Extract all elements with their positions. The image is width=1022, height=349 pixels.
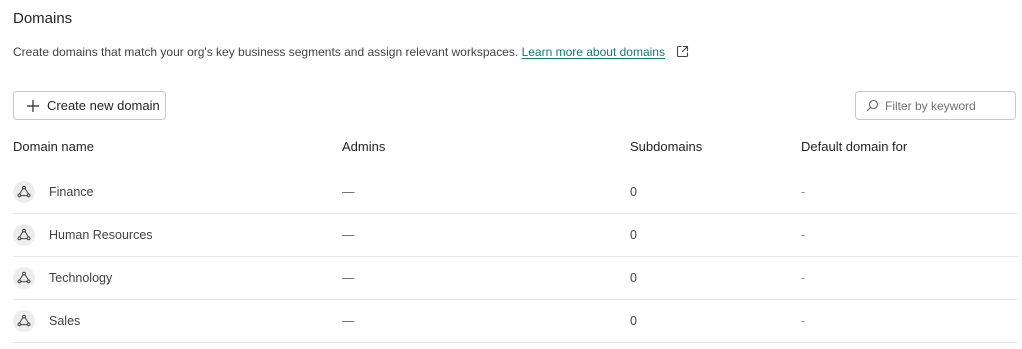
create-new-domain-button[interactable]: Create new domain xyxy=(13,91,166,120)
table-row[interactable]: Technology — 0 - xyxy=(13,257,1018,300)
header-domain-name[interactable]: Domain name xyxy=(13,139,94,154)
table-row[interactable]: Human Resources — 0 - xyxy=(13,214,1018,257)
default-for-value: - xyxy=(801,271,806,285)
domain-icon xyxy=(13,267,35,289)
filter-input[interactable] xyxy=(885,98,1005,113)
domain-name-cell: Human Resources xyxy=(13,214,153,256)
domain-name[interactable]: Technology xyxy=(49,271,112,285)
default-for-value: - xyxy=(801,228,806,242)
domain-name-cell: Finance xyxy=(13,171,93,213)
create-new-domain-label: Create new domain xyxy=(47,98,160,113)
page-title: Domains xyxy=(13,10,73,27)
domain-icon xyxy=(13,181,35,203)
admins-cell: — xyxy=(342,257,355,299)
default-for-value: - xyxy=(801,185,806,199)
subdomains-value: 0 xyxy=(630,185,637,199)
table-row[interactable]: Finance — 0 - xyxy=(13,171,1018,214)
header-subdomains[interactable]: Subdomains xyxy=(630,139,702,154)
admins-cell: — xyxy=(342,300,355,342)
subdomains-cell: 0 xyxy=(630,171,637,213)
header-admins[interactable]: Admins xyxy=(342,139,385,154)
default-for-value: - xyxy=(801,314,806,328)
subdomains-cell: 0 xyxy=(630,300,637,342)
domain-name[interactable]: Sales xyxy=(49,314,80,328)
header-default-domain-for[interactable]: Default domain for xyxy=(801,139,907,154)
subdomains-cell: 0 xyxy=(630,257,637,299)
admins-cell: — xyxy=(342,171,355,213)
admins-cell: — xyxy=(342,214,355,256)
admins-value: — xyxy=(342,228,355,242)
admins-value: — xyxy=(342,271,355,285)
subdomains-cell: 0 xyxy=(630,214,637,256)
page-description: Create domains that match your org's key… xyxy=(13,45,689,61)
domain-icon xyxy=(13,310,35,332)
description-text: Create domains that match your org's key… xyxy=(13,45,519,59)
filter-box[interactable] xyxy=(855,91,1016,120)
domain-name-cell: Sales xyxy=(13,300,80,342)
default-for-cell: - xyxy=(801,214,805,256)
domain-icon xyxy=(13,224,35,246)
admins-value: — xyxy=(342,314,355,328)
table-row[interactable]: Sales — 0 - xyxy=(13,300,1018,343)
subdomains-value: 0 xyxy=(630,314,637,328)
default-for-cell: - xyxy=(801,257,805,299)
default-for-cell: - xyxy=(801,171,805,213)
subdomains-value: 0 xyxy=(630,271,637,285)
table-header-row: Domain name Admins Subdomains Default do… xyxy=(13,129,1018,163)
plus-icon xyxy=(26,99,40,113)
search-icon xyxy=(866,99,879,112)
domain-name[interactable]: Human Resources xyxy=(49,228,153,242)
external-link-icon[interactable] xyxy=(676,45,689,61)
domain-name-cell: Technology xyxy=(13,257,112,299)
domain-name[interactable]: Finance xyxy=(49,185,93,199)
subdomains-value: 0 xyxy=(630,228,637,242)
domains-table: Domain name Admins Subdomains Default do… xyxy=(13,129,1018,343)
default-for-cell: - xyxy=(801,300,805,342)
admins-value: — xyxy=(342,185,355,199)
learn-more-link[interactable]: Learn more about domains xyxy=(522,45,665,59)
